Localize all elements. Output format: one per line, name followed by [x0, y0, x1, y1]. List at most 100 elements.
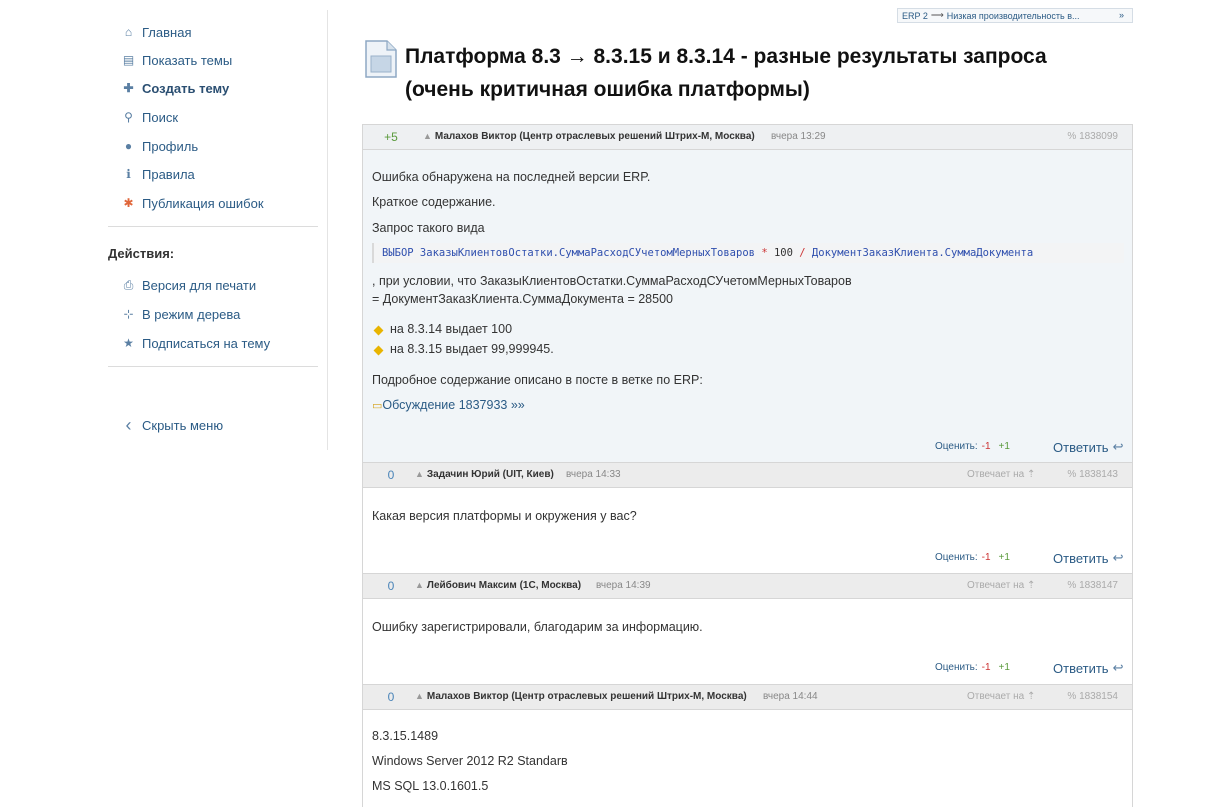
rate-minus-button[interactable]: -1: [982, 552, 991, 563]
sidebar-item-label: Правила: [142, 166, 195, 182]
author-name[interactable]: Малахов Виктор (Центр отраслевых решений…: [435, 131, 755, 142]
sidebar-item-profile[interactable]: ● Профиль: [122, 136, 198, 156]
sidebar-item-label: Профиль: [142, 138, 199, 154]
link-icon: %: [1067, 580, 1077, 591]
bullet-icon: [373, 325, 384, 336]
replying-to-label: Отвечает на: [967, 691, 1025, 702]
post-id-number[interactable]: 1838099: [1079, 131, 1118, 142]
post-author[interactable]: ▲ Лейбович Максим (1С, Москва): [415, 580, 581, 591]
reply-button[interactable]: Ответить ↩: [1053, 439, 1123, 455]
post-author[interactable]: ▲ Малахов Виктор (Центр отраслевых решени…: [423, 131, 755, 142]
replying-to-label: Отвечает на: [967, 580, 1025, 591]
sidebar-item-show-topics[interactable]: ▤ Показать темы: [122, 50, 232, 70]
post-header: +5 ▲ Малахов Виктор (Центр отраслевых реш…: [363, 125, 1132, 150]
post-text: Ошибка обнаружена на последней версии ER…: [372, 170, 651, 184]
rate-plus-button[interactable]: +1: [999, 552, 1010, 563]
author-name[interactable]: Малахов Виктор (Центр отраслевых решений…: [427, 691, 747, 702]
action-print-version[interactable]: ⎙ Версия для печати: [122, 275, 256, 295]
post-text: Windows Server 2012 R2 Standarв: [372, 754, 568, 768]
reply-button[interactable]: Ответить ↩: [1053, 660, 1123, 676]
sidebar-item-label: Создать тему: [142, 80, 230, 96]
plus-icon: ✚: [123, 81, 134, 95]
post-time: вчера 14:33: [566, 469, 621, 480]
discussion-link-text[interactable]: Обсуждение 1837933 »»: [382, 398, 524, 412]
actions-heading: Действия:: [108, 246, 175, 261]
action-label: В режим дерева: [142, 306, 241, 322]
action-subscribe[interactable]: ★ Подписаться на тему: [122, 333, 270, 353]
list-item: на 8.3.15 выдает 99,999945.: [390, 342, 554, 356]
post-score: 0: [387, 690, 395, 704]
post-text: Какая версия платформы и окружения у вас…: [372, 509, 637, 523]
rate-plus-button[interactable]: +1: [999, 662, 1010, 673]
rate-plus-button[interactable]: +1: [999, 441, 1010, 452]
post-id[interactable]: % 1838147: [1067, 580, 1118, 591]
rate-minus-button[interactable]: -1: [982, 662, 991, 673]
reply-icon: ↩: [1112, 660, 1124, 675]
post-id-number[interactable]: 1838143: [1079, 469, 1118, 480]
breadcrumb-section[interactable]: ERP 2: [902, 11, 928, 21]
list-item: на 8.3.14 выдает 100: [390, 322, 513, 336]
folder-link-icon: ▭: [372, 400, 383, 412]
author-name[interactable]: Лейбович Максим (1С, Москва): [427, 580, 581, 591]
rate-label: Оценить:: [935, 441, 978, 452]
sidebar-item-label: Публикация ошибок: [142, 195, 264, 211]
post-text: 8.3.15.1489: [372, 729, 439, 743]
author-name[interactable]: Задачин Юрий (UIT, Киев): [427, 469, 554, 480]
reply-button[interactable]: Ответить ↩: [1053, 550, 1123, 566]
sidebar-item-create-topic[interactable]: ✚ Создать тему: [122, 78, 229, 98]
reply-label: Ответить: [1053, 550, 1109, 566]
divider: [108, 226, 318, 227]
sidebar-item-label: Главная: [142, 24, 192, 40]
post: +5 ▲ Малахов Виктор (Центр отраслевых реш…: [362, 124, 1133, 463]
sidebar-item-rules[interactable]: ℹ Правила: [122, 164, 195, 184]
user-icon: ▲: [415, 580, 424, 590]
action-tree-mode[interactable]: ⊹ В режим дерева: [122, 304, 240, 324]
document-icon: [365, 40, 397, 78]
breadcrumb[interactable]: ERP 2 ⟶ Низкая производительность в... »: [897, 8, 1133, 23]
replying-to-link[interactable]: Отвечает на ⇡: [967, 580, 1035, 591]
rating: Оценить: -1 +1: [935, 441, 1010, 452]
arrow-up-icon: ⇡: [1027, 469, 1036, 480]
sidebar-item-home[interactable]: ⌂ Главная: [122, 22, 192, 42]
rating: Оценить: -1 +1: [935, 552, 1010, 563]
post-text: , при условии, что ЗаказыКлиентовОстатки…: [372, 274, 852, 288]
post-author[interactable]: ▲ Задачин Юрий (UIT, Киев): [415, 469, 554, 480]
code-operator: /: [799, 247, 806, 259]
code-part: ДокументЗаказКлиента.СуммаДокумента: [811, 247, 1034, 259]
book-icon: ▤: [122, 53, 135, 67]
replying-to-link[interactable]: Отвечает на ⇡: [967, 691, 1035, 702]
user-icon: ▲: [423, 131, 432, 141]
hide-menu-button[interactable]: ‹ Скрыть меню: [122, 415, 224, 435]
rate-label: Оценить:: [935, 552, 978, 563]
discussion-link[interactable]: ▭Обсуждение 1837933 »»: [372, 398, 525, 412]
breadcrumb-topic[interactable]: Низкая производительность в...: [947, 11, 1080, 21]
page-title: Платформа 8.3 → 8.3.15 и 8.3.14 - разные…: [405, 40, 1105, 106]
post-id[interactable]: % 1838143: [1067, 469, 1118, 480]
reply-icon: ↩: [1112, 439, 1124, 454]
post: 0 ▲ Малахов Виктор (Центр отраслевых реше…: [362, 684, 1133, 807]
double-chevron-icon[interactable]: »: [1119, 10, 1124, 20]
title-line-1: Платформа 8.3 → 8.3.15 и 8.3.14 - разные…: [405, 45, 1047, 68]
divider: [108, 366, 318, 367]
arrow-up-icon: ⇡: [1027, 580, 1036, 591]
sidebar-item-bug-reports[interactable]: ✱ Публикация ошибок: [122, 193, 264, 213]
post-id[interactable]: % 1838099: [1067, 131, 1118, 142]
replying-to-label: Отвечает на: [967, 469, 1025, 480]
post-id-number[interactable]: 1838147: [1079, 580, 1118, 591]
post-author[interactable]: ▲ Малахов Виктор (Центр отраслевых решени…: [415, 691, 747, 702]
sidebar-item-label: Поиск: [142, 109, 179, 125]
post-id-number[interactable]: 1838154: [1079, 691, 1118, 702]
sidebar-item-search[interactable]: ⚲ Поиск: [122, 107, 178, 127]
link-icon: %: [1067, 131, 1077, 142]
post-text: Запрос такого вида: [372, 221, 485, 235]
post-id[interactable]: % 1838154: [1067, 691, 1118, 702]
link-icon: %: [1067, 469, 1077, 480]
rate-minus-button[interactable]: -1: [982, 441, 991, 452]
reply-label: Ответить: [1053, 660, 1109, 676]
replying-to-link[interactable]: Отвечает на ⇡: [967, 469, 1035, 480]
post-time: вчера 14:39: [596, 580, 651, 591]
post-score: +5: [384, 130, 398, 144]
sidebar: ⌂ Главная ▤ Показать темы ✚ Создать тему…: [108, 0, 320, 450]
tree-icon: ⊹: [123, 307, 134, 321]
link-icon: %: [1067, 691, 1077, 702]
